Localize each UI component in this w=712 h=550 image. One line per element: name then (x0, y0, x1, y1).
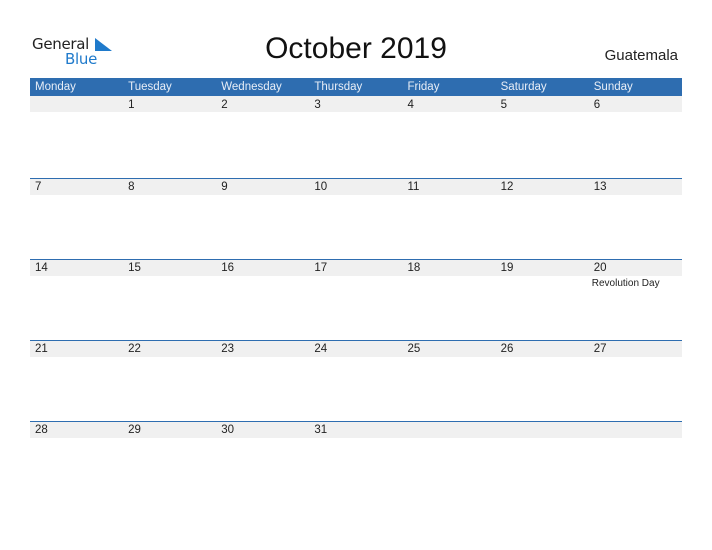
day-number: 3 (314, 99, 321, 111)
day-number: 21 (35, 343, 48, 355)
day-number: 17 (314, 262, 328, 274)
day-cell: 10 (309, 178, 402, 259)
day-cell: 18 (403, 259, 496, 340)
day-cell (589, 421, 682, 502)
day-cell: 11 (403, 178, 496, 259)
day-cell: 24 (309, 340, 402, 421)
day-cell: 2 (216, 96, 309, 177)
day-number: 12 (500, 181, 514, 193)
weekday-monday: Monday (35, 81, 76, 93)
day-number: 9 (221, 181, 228, 193)
day-cell: 30 (216, 421, 309, 502)
day-cell: 8 (123, 178, 216, 259)
day-cell: 22 (123, 340, 216, 421)
day-number: 19 (500, 262, 514, 274)
day-number: 4 (407, 99, 414, 111)
weekday-tuesday: Tuesday (128, 81, 172, 93)
day-cell: 21 (30, 340, 123, 421)
day-cell: 27 (589, 340, 682, 421)
holiday-label: Revolution Day (591, 278, 660, 289)
day-cell: 1 (123, 96, 216, 177)
day-cell: 12 (496, 178, 589, 259)
day-cell: 3 (309, 96, 402, 177)
day-number: 14 (35, 262, 48, 274)
weekday-saturday: Saturday (500, 81, 547, 93)
weekday-header: Monday Tuesday Wednesday Thursday Friday… (30, 78, 682, 96)
day-cell (403, 421, 496, 502)
day-number: 18 (407, 262, 421, 274)
day-number: 29 (128, 424, 141, 436)
day-cell: 5 (496, 96, 589, 177)
day-cell: 19 (496, 259, 589, 340)
day-cell: 20 Revolution Day (589, 259, 682, 340)
day-cell: 13 (589, 178, 682, 259)
day-number: 27 (593, 343, 607, 355)
day-cell: 6 (589, 96, 682, 177)
week-row: 28 29 30 31 (30, 421, 682, 502)
day-cell: 15 (123, 259, 216, 340)
week-row: 21 22 23 24 25 26 27 (30, 340, 682, 421)
weekday-friday: Friday (407, 81, 440, 93)
day-cell: 25 (403, 340, 496, 421)
day-number: 24 (314, 343, 328, 355)
day-cell: 14 (30, 259, 123, 340)
day-number: 11 (407, 181, 420, 193)
day-number: 28 (35, 424, 48, 436)
weekday-wednesday: Wednesday (221, 81, 282, 93)
week-row: 1 2 3 4 5 6 (30, 96, 682, 177)
day-cell (30, 96, 123, 177)
day-cell: 4 (403, 96, 496, 177)
day-cell: 26 (496, 340, 589, 421)
day-cell: 17 (309, 259, 402, 340)
day-number: 23 (221, 343, 235, 355)
day-number: 2 (221, 99, 228, 111)
day-cell: 16 (216, 259, 309, 340)
day-cell: 7 (30, 178, 123, 259)
day-number: 8 (128, 181, 135, 193)
day-cell: 28 (30, 421, 123, 502)
day-cell: 31 (309, 421, 402, 502)
day-number: 7 (35, 181, 42, 193)
day-number: 1 (128, 99, 135, 111)
country-label: Guatemala (604, 47, 678, 64)
day-cell: 23 (216, 340, 309, 421)
day-number: 13 (593, 181, 607, 193)
day-number: 20 (593, 262, 607, 274)
day-number: 22 (128, 343, 141, 355)
day-number: 16 (221, 262, 235, 274)
day-cell: 9 (216, 178, 309, 259)
day-number: 26 (500, 343, 514, 355)
day-number: 6 (593, 99, 601, 111)
day-number: 15 (128, 262, 141, 274)
day-cell (496, 421, 589, 502)
day-number: 31 (314, 424, 328, 436)
day-number: 10 (314, 181, 328, 193)
weekday-thursday: Thursday (314, 81, 363, 93)
week-row: 7 8 9 10 11 12 13 (30, 178, 682, 259)
day-cell: 29 (123, 421, 216, 502)
week-row: 14 15 16 17 18 19 20 Revolution Day (30, 259, 682, 340)
day-number: 25 (407, 343, 421, 355)
day-number: 5 (500, 99, 508, 111)
day-number: 30 (221, 424, 235, 436)
weekday-sunday: Sunday (593, 81, 633, 93)
